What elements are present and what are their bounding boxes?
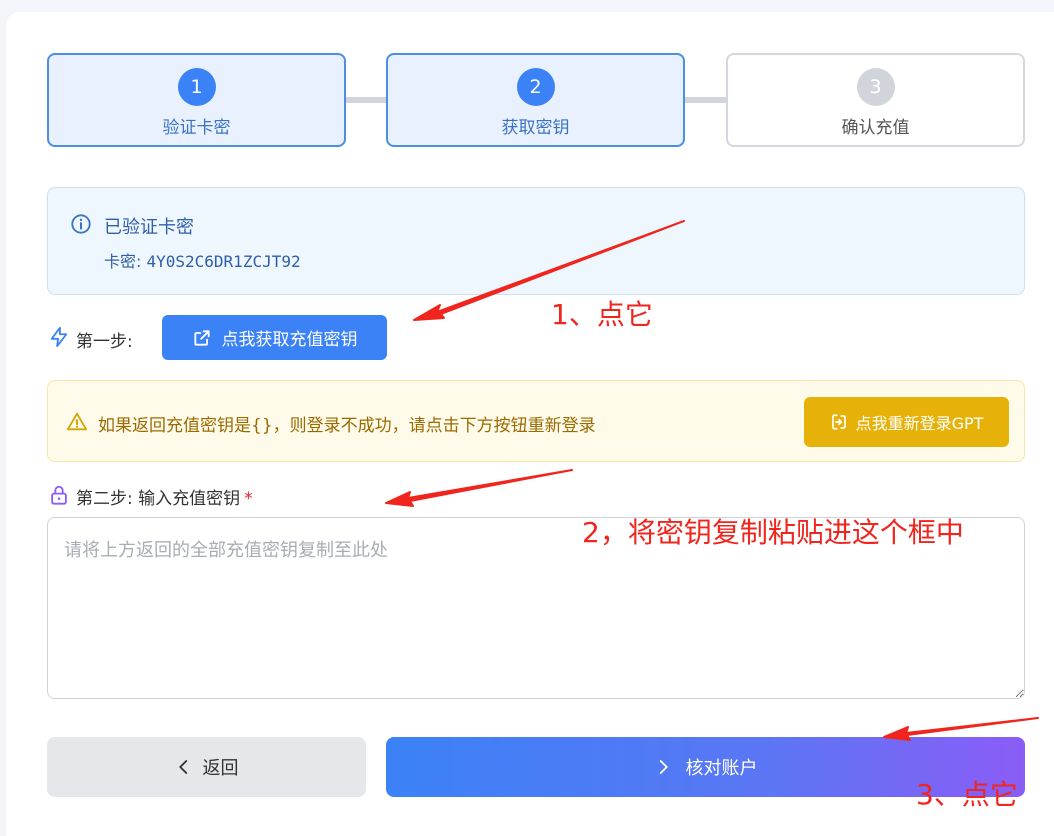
back-label: 返回 [202,758,239,779]
chevron-right-icon [659,760,668,774]
required-mark: * [244,489,253,509]
step-2: 2 获取密钥 [386,53,685,147]
relogin-gpt-label: 点我重新登录GPT [855,414,984,433]
step2-label: 第二步: 输入充值密钥 * [76,484,253,509]
step-1: 1 验证卡密 [47,53,346,147]
info-title: 已验证卡密 [104,217,194,238]
get-recharge-key-button[interactable]: 点我获取充值密钥 [162,315,387,360]
step1-label: 第一步: [76,332,133,352]
step-1-label: 验证卡密 [162,118,231,138]
step-2-label: 获取密钥 [501,118,570,138]
verified-info-box: 已验证卡密 卡密: 4Y0S2C6DR1ZCJT92 [47,187,1025,295]
step-connector [685,97,726,103]
back-button[interactable]: 返回 [47,737,366,797]
chevron-left-icon [178,760,187,774]
step-1-number: 1 [177,68,216,106]
get-recharge-key-label: 点我获取充值密钥 [221,330,358,350]
card-code-value: 4Y0S2C6DR1ZCJT92 [146,252,301,271]
annotation-step-2: 2，将密钥复制粘贴进这个框中 [582,516,964,549]
warning-box: 如果返回充值密钥是{}，则登录不成功，请点击下方按钮重新登录 点我重新登录GPT [47,380,1025,462]
lightning-icon [50,326,68,348]
annotation-step-1: 1、点它 [551,298,653,331]
lock-icon [51,485,67,505]
info-icon [71,214,91,234]
step-3-number: 3 [856,68,895,106]
annotation-step-3: 3、点它 [916,778,1018,811]
card-code-label: 卡密: [104,252,147,271]
external-link-icon [193,329,210,346]
login-icon [831,414,846,430]
step-3: 3 确认充值 [726,53,1025,147]
step-2-number: 2 [516,68,555,106]
step-connector [346,97,387,103]
step-3-label: 确认充值 [841,118,910,138]
verify-account-label: 核对账户 [685,758,758,779]
warning-icon [66,412,88,431]
relogin-gpt-button[interactable]: 点我重新登录GPT [804,397,1009,447]
card-code: 卡密: 4Y0S2C6DR1ZCJT92 [104,248,301,272]
step2-label-text: 第二步: 输入充值密钥 [76,489,241,509]
warning-text: 如果返回充值密钥是{}，则登录不成功，请点击下方按钮重新登录 [98,416,596,436]
